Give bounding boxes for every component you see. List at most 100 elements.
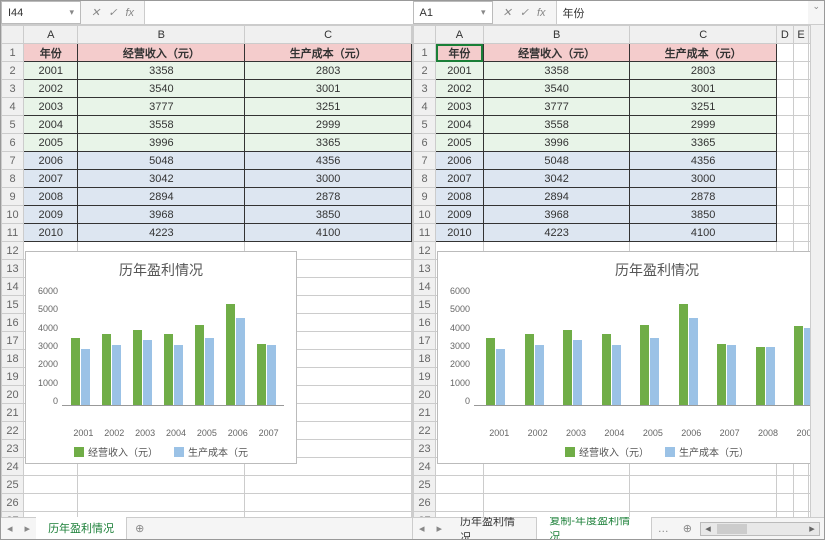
- row-header[interactable]: 2: [2, 62, 24, 80]
- row-header[interactable]: 12: [2, 242, 24, 260]
- row-header[interactable]: 20: [414, 386, 436, 404]
- row-header[interactable]: 1: [414, 44, 436, 62]
- data-cell[interactable]: 4223: [78, 224, 245, 242]
- grid-left[interactable]: ABC1年份经营收入（元）生产成本（元）22001335828033200235…: [1, 25, 412, 517]
- table-header-cell[interactable]: 年份: [24, 44, 78, 62]
- row-header[interactable]: 15: [2, 296, 24, 314]
- data-cell[interactable]: 2007: [436, 170, 484, 188]
- table-header-cell[interactable]: 年份: [436, 44, 484, 62]
- data-cell[interactable]: 2002: [436, 80, 484, 98]
- row-header[interactable]: 20: [2, 386, 24, 404]
- row-header[interactable]: 3: [414, 80, 436, 98]
- data-cell[interactable]: 3042: [78, 170, 245, 188]
- confirm-icon[interactable]: ✓: [108, 6, 117, 19]
- col-header[interactable]: E: [793, 26, 809, 44]
- row-header[interactable]: 3: [2, 80, 24, 98]
- data-cell[interactable]: 2999: [630, 116, 777, 134]
- data-cell[interactable]: 5048: [78, 152, 245, 170]
- data-cell[interactable]: 4223: [483, 224, 630, 242]
- more-tabs-icon[interactable]: …: [652, 523, 675, 535]
- name-box-left[interactable]: I44 ▾: [1, 1, 81, 24]
- data-cell[interactable]: 3850: [245, 206, 412, 224]
- row-header[interactable]: 2: [414, 62, 436, 80]
- data-cell[interactable]: 4100: [630, 224, 777, 242]
- row-header[interactable]: 14: [414, 278, 436, 296]
- data-cell[interactable]: 3001: [630, 80, 777, 98]
- data-cell[interactable]: 5048: [483, 152, 630, 170]
- data-cell[interactable]: 4356: [630, 152, 777, 170]
- data-cell[interactable]: 3996: [78, 134, 245, 152]
- col-header[interactable]: A: [24, 26, 78, 44]
- expand-formula-icon[interactable]: ⌄: [808, 1, 824, 24]
- row-header[interactable]: 18: [2, 350, 24, 368]
- formula-input-left[interactable]: [145, 1, 413, 24]
- row-header[interactable]: 6: [414, 134, 436, 152]
- data-cell[interactable]: 2008: [436, 188, 484, 206]
- row-header[interactable]: 10: [2, 206, 24, 224]
- confirm-icon[interactable]: ✓: [520, 6, 529, 19]
- row-header[interactable]: 16: [2, 314, 24, 332]
- row-header[interactable]: 8: [2, 170, 24, 188]
- data-cell[interactable]: 3540: [78, 80, 245, 98]
- chevron-down-icon[interactable]: ▾: [481, 7, 486, 18]
- data-cell[interactable]: 3251: [245, 98, 412, 116]
- data-cell[interactable]: 2001: [436, 62, 484, 80]
- row-header[interactable]: 19: [2, 368, 24, 386]
- data-cell[interactable]: 3558: [483, 116, 630, 134]
- row-header[interactable]: 25: [414, 476, 436, 494]
- data-cell[interactable]: 3000: [245, 170, 412, 188]
- data-cell[interactable]: 3251: [630, 98, 777, 116]
- col-header[interactable]: D: [776, 26, 793, 44]
- chart-right[interactable]: 历年盈利情况 6000500040003000200010000 2001200…: [437, 251, 824, 464]
- row-header[interactable]: 26: [2, 494, 24, 512]
- table-header-cell[interactable]: 生产成本（元）: [245, 44, 412, 62]
- data-cell[interactable]: 2002: [24, 80, 78, 98]
- col-header[interactable]: B: [483, 26, 630, 44]
- data-cell[interactable]: 3968: [78, 206, 245, 224]
- row-header[interactable]: 24: [2, 458, 24, 476]
- col-header[interactable]: C: [630, 26, 777, 44]
- row-header[interactable]: 23: [414, 440, 436, 458]
- data-cell[interactable]: 2006: [436, 152, 484, 170]
- data-cell[interactable]: 3558: [78, 116, 245, 134]
- data-cell[interactable]: 2007: [24, 170, 78, 188]
- row-header[interactable]: 26: [414, 494, 436, 512]
- data-cell[interactable]: 2004: [436, 116, 484, 134]
- data-cell[interactable]: 2009: [24, 206, 78, 224]
- row-header[interactable]: 22: [414, 422, 436, 440]
- data-cell[interactable]: 2999: [245, 116, 412, 134]
- data-cell[interactable]: 2006: [24, 152, 78, 170]
- row-header[interactable]: 11: [2, 224, 24, 242]
- col-header[interactable]: B: [78, 26, 245, 44]
- data-cell[interactable]: 3042: [483, 170, 630, 188]
- row-header[interactable]: 13: [2, 260, 24, 278]
- data-cell[interactable]: 2009: [436, 206, 484, 224]
- cancel-icon[interactable]: ✕: [91, 6, 100, 19]
- data-cell[interactable]: 3000: [630, 170, 777, 188]
- data-cell[interactable]: 2803: [245, 62, 412, 80]
- data-cell[interactable]: 2803: [630, 62, 777, 80]
- row-header[interactable]: 24: [414, 458, 436, 476]
- name-box-right[interactable]: A1 ▾: [413, 1, 493, 24]
- fx-icon[interactable]: fx: [125, 7, 134, 19]
- fx-icon[interactable]: fx: [537, 7, 546, 19]
- data-cell[interactable]: 3540: [483, 80, 630, 98]
- table-header-cell[interactable]: 生产成本（元）: [630, 44, 777, 62]
- row-header[interactable]: 21: [2, 404, 24, 422]
- row-header[interactable]: 14: [2, 278, 24, 296]
- row-header[interactable]: 21: [414, 404, 436, 422]
- new-sheet-icon[interactable]: ⊕: [127, 522, 152, 535]
- tab-nav-next[interactable]: ▸: [431, 522, 449, 535]
- data-cell[interactable]: 3365: [630, 134, 777, 152]
- data-cell[interactable]: 3358: [483, 62, 630, 80]
- row-header[interactable]: 1: [2, 44, 24, 62]
- row-header[interactable]: 19: [414, 368, 436, 386]
- row-header[interactable]: 15: [414, 296, 436, 314]
- vertical-scrollbar[interactable]: [810, 25, 824, 517]
- row-header[interactable]: 27: [2, 512, 24, 518]
- row-header[interactable]: 9: [414, 188, 436, 206]
- data-cell[interactable]: 2010: [24, 224, 78, 242]
- data-cell[interactable]: 2001: [24, 62, 78, 80]
- row-header[interactable]: 23: [2, 440, 24, 458]
- row-header[interactable]: 7: [2, 152, 24, 170]
